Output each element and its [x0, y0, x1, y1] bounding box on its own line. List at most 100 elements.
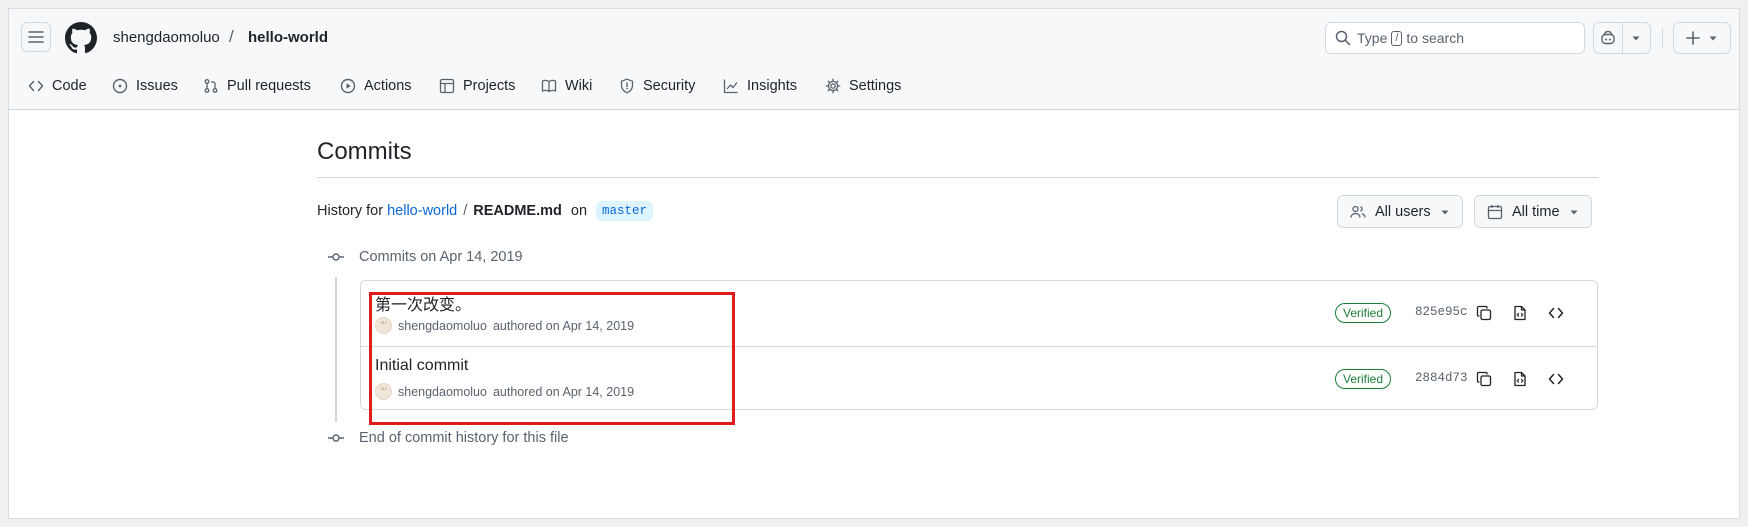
repo-header: shengdaomoluo / hello-world Type / to se… [9, 9, 1739, 110]
view-file-button[interactable] [1509, 368, 1531, 390]
triangle-down-icon [1441, 210, 1449, 214]
browse-repo-button[interactable] [1545, 368, 1567, 390]
copilot-button-group [1593, 22, 1651, 54]
commit-row: Initial commit ⺌ shengdaomoluo authored … [361, 346, 1597, 410]
tab-insights[interactable]: Insights [723, 75, 797, 97]
graph-icon [723, 79, 738, 94]
branch-badge[interactable]: master [596, 201, 654, 221]
search-shortcut-key: / [1391, 30, 1403, 46]
table-icon [439, 78, 455, 94]
tab-code[interactable]: Code [28, 75, 87, 97]
page-title: Commits [317, 138, 412, 165]
all-time-label: All time [1512, 203, 1560, 220]
shield-icon [620, 78, 634, 94]
tab-projects[interactable]: Projects [439, 75, 515, 97]
history-separator: / [463, 203, 468, 219]
commit-authored-text: authored on Apr 14, 2019 [492, 318, 635, 333]
copilot-button[interactable] [1594, 23, 1622, 53]
copilot-icon [1601, 30, 1615, 45]
commit-authored-text: authored on Apr 14, 2019 [492, 384, 635, 399]
all-time-filter[interactable]: All time [1474, 195, 1592, 228]
search-prefix: Type [1357, 30, 1388, 46]
path-separator: / [229, 27, 234, 46]
git-commit-icon [327, 250, 345, 264]
commit-sha-link[interactable]: 2884d73 [1415, 371, 1468, 385]
history-on-text: on [570, 203, 588, 219]
commit-list: 第一次改变。 ⺌ shengdaomoluo authored on Apr 1… [360, 280, 1598, 410]
people-icon [1350, 205, 1366, 218]
book-icon [541, 79, 557, 93]
search-suffix: to search [1406, 30, 1465, 46]
search-icon [1335, 30, 1351, 46]
create-new-button[interactable] [1673, 22, 1731, 54]
copy-icon [1476, 305, 1492, 321]
tab-label: Projects [463, 78, 516, 94]
commit-title-link[interactable]: 第一次改变。 [375, 291, 471, 315]
browser-page: shengdaomoluo / hello-world Type / to se… [9, 9, 1739, 518]
tab-label: Insights [747, 78, 797, 94]
tab-wiki[interactable]: Wiki [541, 75, 592, 97]
code-icon [1548, 307, 1564, 319]
tab-label: Code [52, 78, 87, 94]
history-breadcrumb: History for hello-world / README.md on m… [317, 201, 654, 221]
end-of-history-text: End of commit history for this file [359, 430, 569, 446]
copy-sha-button[interactable] [1473, 368, 1495, 390]
tab-actions[interactable]: Actions [340, 75, 412, 97]
avatar[interactable]: ⺌ [375, 383, 392, 400]
commit-group-date: Commits on Apr 14, 2019 [359, 249, 523, 265]
triangle-down-icon [1709, 36, 1717, 41]
triangle-down-icon [1570, 210, 1578, 214]
commit-meta: ⺌ shengdaomoluo authored on Apr 14, 2019 [375, 317, 634, 334]
view-file-button[interactable] [1509, 302, 1531, 324]
code-icon [28, 80, 44, 92]
all-users-filter[interactable]: All users [1337, 195, 1463, 228]
history-file-name: README.md [473, 203, 562, 219]
calendar-icon [1487, 204, 1503, 219]
commit-title-link[interactable]: Initial commit [375, 357, 468, 375]
play-icon [340, 78, 356, 94]
repo-name-link[interactable]: hello-world [248, 29, 328, 46]
menu-button[interactable] [21, 22, 51, 52]
gear-icon [825, 78, 841, 94]
commit-sha-link[interactable]: 825e95c [1415, 305, 1468, 319]
tab-issues[interactable]: Issues [112, 75, 178, 97]
tab-settings[interactable]: Settings [825, 75, 901, 97]
tab-label: Security [643, 78, 696, 94]
github-logo-icon[interactable] [65, 22, 97, 54]
verified-badge[interactable]: Verified [1335, 369, 1392, 389]
copy-sha-button[interactable] [1473, 302, 1495, 324]
tab-label: Issues [136, 78, 178, 94]
search-input[interactable]: Type / to search [1325, 22, 1585, 54]
plus-icon [1686, 31, 1700, 45]
hamburger-icon [28, 31, 44, 43]
avatar[interactable]: ⺌ [375, 317, 392, 334]
title-divider [317, 177, 1598, 178]
issue-opened-icon [112, 78, 128, 94]
history-repo-link[interactable]: hello-world [387, 203, 457, 219]
tab-security[interactable]: Security [619, 75, 695, 97]
triangle-down-icon [1632, 36, 1640, 41]
tab-label: Actions [364, 78, 412, 94]
tab-label: Pull requests [227, 78, 311, 94]
file-code-icon [1514, 371, 1526, 387]
tab-label: Wiki [565, 78, 593, 94]
tab-pull-requests[interactable]: Pull requests [203, 75, 311, 97]
copy-icon [1476, 371, 1492, 387]
browse-repo-button[interactable] [1545, 302, 1567, 324]
verified-badge[interactable]: Verified [1335, 303, 1392, 323]
commit-row: 第一次改变。 ⺌ shengdaomoluo authored on Apr 1… [361, 281, 1597, 345]
git-commit-icon [327, 431, 345, 445]
copilot-dropdown[interactable] [1621, 23, 1650, 53]
code-icon [1548, 373, 1564, 385]
git-pull-request-icon [204, 79, 218, 93]
timeline-line [335, 277, 337, 422]
all-users-label: All users [1375, 203, 1431, 220]
repo-owner-link[interactable]: shengdaomoluo [113, 29, 220, 46]
header-divider [1662, 28, 1663, 48]
history-prefix: History for [317, 203, 384, 219]
tab-label: Settings [849, 78, 902, 94]
file-code-icon [1514, 305, 1526, 321]
commit-meta: ⺌ shengdaomoluo authored on Apr 14, 2019 [375, 383, 634, 400]
commit-author-link[interactable]: shengdaomoluo [398, 319, 487, 333]
commit-author-link[interactable]: shengdaomoluo [398, 385, 487, 399]
